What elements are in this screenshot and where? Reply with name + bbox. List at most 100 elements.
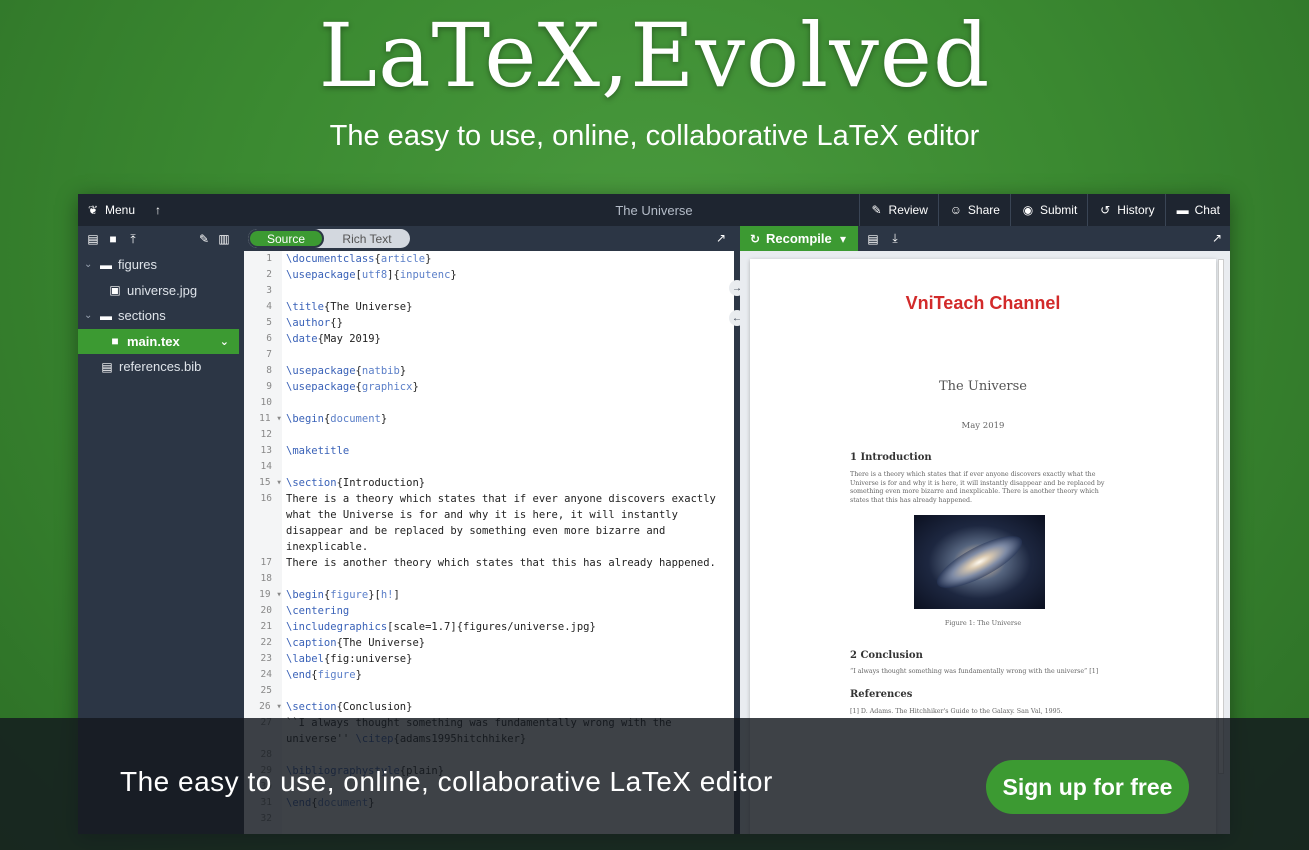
code-line[interactable]: 7 [244,347,734,363]
tree-file-references-bib[interactable]: ▤ references.bib [78,354,239,380]
image-file-icon: ▣ [109,283,121,298]
code-line[interactable]: 22 \caption{The Universe} [244,635,734,651]
history-button[interactable]: ↺ History [1087,194,1164,226]
expand-icon[interactable]: ↗ [716,231,726,245]
code-line[interactable]: 25 [244,683,734,699]
section-paragraph: “I always thought something was fundamen… [850,668,1099,675]
line-number: 14 [260,461,272,472]
code-line[interactable]: 13 \maketitle [244,443,734,459]
code-line[interactable]: 21 \includegraphics[scale=1.7]{figures/un… [244,619,734,635]
line-text: \centering [286,605,350,617]
line-number: 22 [260,637,272,648]
code-line[interactable]: 6 \date{May 2019} [244,331,734,347]
line-number: 20 [260,605,272,616]
history-icon: ↺ [1100,203,1111,217]
document-date: May 2019 [961,421,1005,431]
signup-button[interactable]: Sign up for free [986,760,1189,814]
share-button[interactable]: ☺ Share [937,194,1010,226]
document-title: The Universe [939,379,1027,394]
line-number: 9 [266,381,272,392]
section-heading: 1 Introduction [850,452,932,463]
code-line[interactable]: disappear and be replaced by something e… [244,523,734,539]
users-icon: ☺ [949,203,963,217]
references-heading: References [850,689,913,700]
pencil-icon[interactable]: ✎ [197,232,211,246]
code-line[interactable]: 19 ▾ \begin{figure}[h!] [244,587,734,603]
download-icon[interactable]: ⤓ [888,231,902,246]
file-icon: ■ [111,334,119,349]
chat-button[interactable]: ▬ Chat [1164,194,1230,226]
log-file-icon[interactable]: ▤ [866,232,880,246]
recompile-button[interactable]: ↻ Recompile ▾ [740,226,858,251]
share-label: Share [967,203,1000,217]
line-text: \begin{document} [286,413,388,425]
code-line[interactable]: 8 \usepackage{natbib} [244,363,734,379]
tree-item-label: universe.jpg [127,282,198,298]
code-line[interactable]: 18 [244,571,734,587]
tree-folder-figures[interactable]: ⌄ ▬ figures [78,252,239,278]
tree-file-universe-jpg[interactable]: ▣ universe.jpg [78,278,239,304]
expand-icon[interactable]: ↗ [1212,231,1222,245]
line-number: 12 [260,429,272,440]
new-folder-icon[interactable]: ■ [106,232,120,246]
code-line[interactable]: 14 [244,459,734,475]
code-line[interactable]: inexplicable. [244,539,734,555]
line-number: 15 ▾ [259,477,282,488]
submit-label: Submit [1039,203,1078,217]
history-label: History [1117,203,1155,217]
chevron-down-icon[interactable]: ⌄ [220,335,229,348]
upload-icon[interactable]: ⤒ [126,232,140,246]
code-line[interactable]: 5 \author{} [244,315,734,331]
code-line[interactable]: 24 \end{figure} [244,667,734,683]
line-number: 24 [260,669,272,680]
line-number: 10 [260,397,272,408]
caret-down-icon[interactable]: ▾ [836,232,850,246]
tab-source[interactable]: Source [248,229,324,248]
code-line[interactable]: 12 [244,427,734,443]
code-line[interactable]: 3 [244,283,734,299]
editor-mode-toggle[interactable]: Source Rich Text [248,229,410,248]
tree-item-label: figures [118,257,158,273]
banner-tagline: The easy to use, online, collaborative L… [120,766,773,797]
tree-item-label: references.bib [119,359,202,375]
submit-button[interactable]: ◉ Submit [1009,194,1087,226]
new-file-icon[interactable]: ▤ [86,232,100,246]
pdf-toolbar: ↻ Recompile ▾ ▤ ⤓ ↗ [740,226,1230,251]
up-arrow-button[interactable]: ↑ [143,194,173,226]
code-line[interactable]: 26 ▾ \section{Conclusion} [244,699,734,715]
code-line[interactable]: 23 \label{fig:universe} [244,651,734,667]
refresh-icon: ↻ [749,231,761,246]
code-line[interactable]: 4 \title{The Universe} [244,299,734,315]
pdf-scrollbar[interactable] [1218,259,1224,774]
code-line[interactable]: 1 \documentclass{article} [244,251,734,267]
code-line[interactable]: 17 There is another theory which states t… [244,555,734,571]
trash-icon[interactable]: ▥ [217,232,231,246]
line-number: 13 [260,445,272,456]
line-number: 1 [266,253,272,264]
line-number [244,539,282,555]
line-number [244,507,282,523]
review-button[interactable]: ✎ Review [858,194,938,226]
top-toolbar: ❦ Menu ↑ The Universe ✎ Review ☺ Share ◉… [78,194,1230,226]
line-number: 2 [266,269,272,280]
menu-button[interactable]: ❦ Menu [78,194,143,226]
line-text: \begin{figure}[h!] [286,589,400,601]
tab-rich-text[interactable]: Rich Text [324,229,410,248]
line-text [282,427,286,443]
review-icon: ✎ [871,203,882,217]
line-text: There is a theory which states that if e… [286,493,716,505]
code-line[interactable]: 2 \usepackage[utf8]{inputenc} [244,267,734,283]
line-text: what the Universe is for and why it is h… [286,509,678,521]
code-line[interactable]: 9 \usepackage{graphicx} [244,379,734,395]
code-line[interactable]: 10 [244,395,734,411]
tree-file-main-tex[interactable]: ■ main.tex ⌄ [78,328,239,354]
code-line[interactable]: 11 ▾ \begin{document} [244,411,734,427]
line-number: 6 [266,333,272,344]
code-line[interactable]: what the Universe is for and why it is h… [244,507,734,523]
code-line[interactable]: 20 \centering [244,603,734,619]
code-line[interactable]: 16 There is a theory which states that if… [244,491,734,507]
line-number: 19 ▾ [259,589,282,600]
code-line[interactable]: 15 ▾ \section{Introduction} [244,475,734,491]
tree-folder-sections[interactable]: ⌄ ▬ sections [78,303,239,329]
chevron-down-icon: ⌄ [84,259,93,271]
